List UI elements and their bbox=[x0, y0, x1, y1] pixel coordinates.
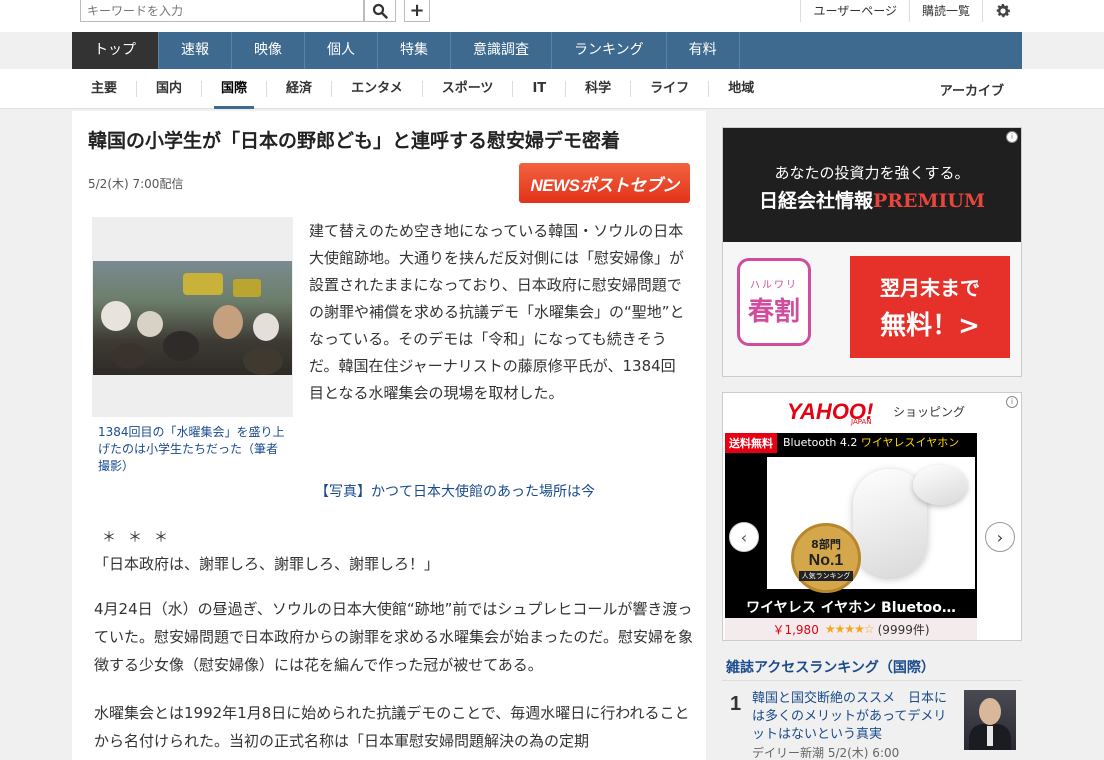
sub-nav: 主要 国内 国際 経済 エンタメ スポーツ IT 科学 ライフ 地域 アーカイブ bbox=[0, 69, 1104, 109]
ad-info-icon[interactable]: i bbox=[1006, 131, 1018, 143]
top-links: ユーザーページ 購読一覧 bbox=[800, 0, 1022, 22]
subnav-domestic[interactable]: 国内 bbox=[136, 81, 201, 97]
ad-brand-main: 日経会社情報 bbox=[758, 190, 873, 212]
subnav-it[interactable]: IT bbox=[512, 81, 565, 97]
ad-cta-line1: 翌月末まで bbox=[880, 276, 980, 300]
search-input[interactable] bbox=[81, 0, 363, 21]
article-photo[interactable] bbox=[92, 217, 293, 417]
ad-brand-premium: PREMIUM bbox=[872, 190, 986, 212]
add-button[interactable]: + bbox=[404, 0, 430, 22]
nikkei-ad[interactable]: あなたの投資力を強くする。 日経会社情報PREMIUM ハルワリ 春割 翌月末ま… bbox=[722, 127, 1022, 377]
ad-cta: 翌月末まで 無料！> bbox=[850, 256, 1010, 358]
product-card[interactable]: 送料無料 Bluetooth 4.2 ワイヤレスイヤホン 8部門 No.1 人気… bbox=[725, 433, 977, 640]
product-price-row: ￥1,980 ★★★★☆ (9999件) bbox=[725, 618, 977, 640]
subnav-archive[interactable]: アーカイブ bbox=[940, 80, 1004, 99]
subnav-entertainment[interactable]: エンタメ bbox=[331, 81, 422, 97]
badge-big-text: 春割 bbox=[747, 297, 800, 327]
article: 韓国の小学生が「日本の野郎ども」と連呼する慰安婦デモ密着 5/2(木) 7:00… bbox=[72, 111, 706, 760]
article-lead: 建て替えのため空き地になっている韓国・ソウルの日本大使館跡地。大通りを挟んだ反対… bbox=[309, 222, 685, 402]
earbud-image bbox=[913, 465, 967, 505]
chevron-right-icon: › bbox=[996, 527, 1004, 547]
divider bbox=[722, 680, 1022, 681]
nav-survey[interactable]: 意識調査 bbox=[451, 32, 552, 69]
source-logo: NEWSポストセブン bbox=[530, 175, 680, 195]
product-name: ワイヤレス イヤホン Bluetoo… bbox=[746, 600, 956, 616]
ranking-item-link[interactable]: 韓国と国交断絶のススメ 日本には多くのメリットがあってデメリットはないという真実 bbox=[752, 690, 957, 744]
subnav-sports[interactable]: スポーツ bbox=[421, 81, 513, 97]
ad-body: ハルワリ 春割 翌月末まで 無料！> bbox=[723, 242, 1021, 376]
ad-brand: 日経会社情報PREMIUM bbox=[723, 186, 1021, 213]
main-nav: トップ 速報 映像 個人 特集 意識調査 ランキング 有料 bbox=[72, 32, 1022, 69]
spring-sale-badge: ハルワリ 春割 bbox=[737, 258, 811, 346]
news-post-seven-logo[interactable]: NEWSポストセブン bbox=[519, 163, 690, 203]
badge-small-text: ハルワリ bbox=[750, 280, 798, 291]
settings-button[interactable] bbox=[982, 0, 1022, 22]
search-icon bbox=[372, 3, 388, 19]
subnav-main[interactable]: 主要 bbox=[72, 81, 136, 97]
ranking-title: 雑誌アクセスランキング（国際） bbox=[726, 660, 935, 676]
article-date: 5/2(木) 7:00配信 bbox=[88, 177, 184, 191]
article-title: 韓国の小学生が「日本の野郎ども」と連呼する慰安婦デモ密着 bbox=[88, 130, 621, 152]
article-paragraph: 水曜集会とは1992年1月8日に始められた抗議デモのことで、毎週水曜日に行われる… bbox=[94, 704, 690, 750]
yahoo-shopping-label: ショッピング bbox=[893, 405, 966, 419]
photo-gallery-link[interactable]: 【写真】かつて日本大使館のあった場所は今 bbox=[315, 481, 595, 501]
protest-photo bbox=[93, 261, 292, 375]
yahoo-shopping-ad: YAHOO! JAPAN ショッピング i 送料無料 Bluetooth 4.2… bbox=[722, 392, 1022, 641]
nav-video[interactable]: 映像 bbox=[232, 32, 305, 69]
article-quote: 「日本政府は、謝罪しろ、謝罪しろ、謝罪しろ！」 bbox=[94, 555, 440, 573]
nav-breaking[interactable]: 速報 bbox=[159, 32, 232, 69]
search-box bbox=[80, 0, 364, 22]
user-page-link[interactable]: ユーザーページ bbox=[800, 0, 909, 22]
subscriptions-link[interactable]: 購読一覧 bbox=[908, 0, 982, 22]
ad-info-icon[interactable]: i bbox=[1006, 396, 1018, 408]
review-count: (9999件) bbox=[877, 622, 930, 637]
subnav-economy[interactable]: 経済 bbox=[266, 81, 331, 97]
rating-stars: ★★★★☆ bbox=[824, 622, 875, 636]
yahoo-logo-sub: JAPAN bbox=[851, 418, 872, 426]
nav-top[interactable]: トップ bbox=[72, 32, 159, 69]
top-bar: + ユーザーページ 購読一覧 bbox=[0, 0, 1104, 32]
product-price: ￥1,980 bbox=[772, 622, 819, 637]
ranking-item-meta: デイリー新潮 5/2(木) 6:00 bbox=[752, 746, 900, 760]
nav-paid[interactable]: 有料 bbox=[667, 32, 740, 69]
product-image: 8部門 No.1 人気ランキング bbox=[767, 457, 975, 593]
article-paragraph: 4月24日（水）の昼過ぎ、ソウルの日本大使館“跡地”前ではシュプレヒコールが響き… bbox=[94, 600, 693, 674]
nav-individual[interactable]: 個人 bbox=[305, 32, 378, 69]
ranking-thumbnail[interactable] bbox=[964, 690, 1016, 750]
ad-tagline: あなたの投資力を強くする。 bbox=[774, 164, 970, 182]
nav-features[interactable]: 特集 bbox=[378, 32, 451, 69]
free-shipping-badge: 送料無料 bbox=[725, 433, 777, 453]
ad-cta-line2: 無料！> bbox=[880, 311, 980, 341]
gear-icon bbox=[996, 4, 1010, 18]
carousel-next-button[interactable]: › bbox=[985, 522, 1015, 552]
subnav-life[interactable]: ライフ bbox=[630, 81, 708, 97]
subnav-region[interactable]: 地域 bbox=[708, 81, 773, 97]
subnav-science[interactable]: 科学 bbox=[565, 81, 630, 97]
nav-ranking[interactable]: ランキング bbox=[552, 32, 667, 69]
ad-header: あなたの投資力を強くする。 日経会社情報PREMIUM bbox=[723, 128, 1021, 242]
photo-caption: 1384回目の「水曜集会」を盛り上げたのは小学生たちだった（筆者撮影） bbox=[98, 425, 285, 473]
subnav-international[interactable]: 国際 bbox=[201, 81, 266, 109]
ranking-medal: 8部門 No.1 人気ランキング bbox=[791, 523, 861, 593]
ranking-number: 1 bbox=[730, 693, 742, 715]
plus-icon: + bbox=[409, 0, 425, 21]
search-button[interactable] bbox=[364, 0, 396, 22]
section-separator: ＊＊＊ bbox=[102, 530, 180, 546]
chevron-left-icon: ‹ bbox=[740, 527, 748, 547]
product-headline: Bluetooth 4.2 ワイヤレスイヤホン bbox=[783, 436, 960, 449]
carousel-prev-button[interactable]: ‹ bbox=[729, 522, 759, 552]
